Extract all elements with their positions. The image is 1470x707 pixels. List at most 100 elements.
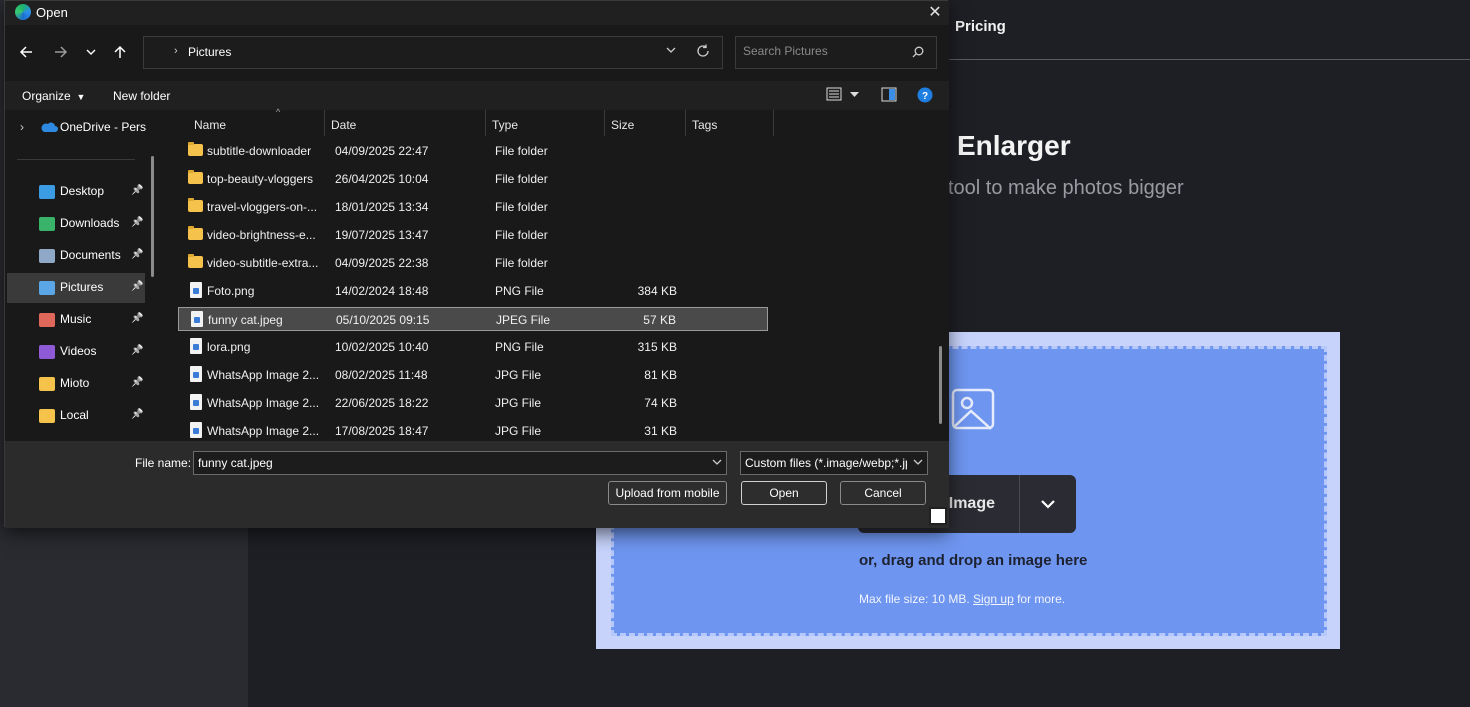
cancel-button[interactable]: Cancel <box>840 481 926 505</box>
pin-icon[interactable]: 📌 <box>131 313 143 324</box>
file-row[interactable]: funny cat.jpeg 05/10/2025 09:15 JPEG File 5… <box>178 307 768 331</box>
pin-icon[interactable]: 📌 <box>131 249 143 260</box>
organize-menu[interactable]: Organize ▼ <box>22 89 85 103</box>
edge-browser-icon <box>15 4 31 20</box>
chevron-down-icon <box>1041 499 1055 509</box>
document-icon <box>39 249 55 263</box>
file-name: video-subtitle-extra... <box>207 256 319 270</box>
sidebar-item-pictures[interactable]: Pictures 📌 <box>7 273 145 303</box>
breadcrumb-pictures[interactable]: Pictures <box>188 45 231 59</box>
chevron-down-icon[interactable] <box>712 457 722 467</box>
folder-icon <box>188 170 203 184</box>
file-name: top-beauty-vloggers <box>207 172 314 186</box>
sidebar-item-documents[interactable]: Documents 📌 <box>7 241 145 271</box>
onedrive-cloud-icon <box>41 122 58 132</box>
image-placeholder-icon <box>951 388 995 430</box>
recent-locations-chevron-icon[interactable] <box>80 41 102 63</box>
open-button[interactable]: Open <box>741 481 827 505</box>
column-header-size[interactable]: Size <box>605 110 686 136</box>
file-date: 14/02/2024 18:48 <box>335 284 429 298</box>
file-type: File folder <box>495 256 548 270</box>
nav-pricing-link[interactable]: Pricing <box>955 18 1006 35</box>
max-size-prefix: Max file size: 10 MB. <box>859 592 970 606</box>
address-bar[interactable]: › Pictures <box>143 36 723 69</box>
close-icon[interactable]: ✕ <box>921 1 949 23</box>
file-row[interactable]: top-beauty-vloggers 26/04/2025 10:04 File … <box>178 167 768 191</box>
view-options-icon[interactable] <box>826 87 842 101</box>
pin-icon[interactable]: 📌 <box>131 217 143 228</box>
chevron-down-icon <box>913 459 923 465</box>
pin-icon[interactable]: 📌 <box>131 345 143 356</box>
file-type: JPG File <box>495 368 542 382</box>
sidebar-item-onedrive[interactable]: › OneDrive - Perso <box>7 113 146 143</box>
help-icon[interactable]: ? <box>917 87 933 103</box>
new-folder-button[interactable]: New folder <box>113 89 170 103</box>
file-row[interactable]: WhatsApp Image 2... 22/06/2025 18:22 JPG F… <box>178 391 768 415</box>
column-header-label: Name <box>194 118 227 132</box>
column-header-tags[interactable]: Tags <box>686 110 774 136</box>
sidebar-item-label: Mioto <box>60 376 90 390</box>
download-icon <box>39 217 55 231</box>
file-size: 74 KB <box>644 396 677 410</box>
sidebar-item-label: Music <box>60 312 92 326</box>
sidebar-item-label: Local <box>60 408 89 422</box>
max-size-text: Max file size: 10 MB. Sign up for more. <box>859 592 1065 606</box>
file-row[interactable]: lora.png 10/02/2025 10:40 PNG File 315 KB <box>178 335 768 359</box>
file-row[interactable]: subtitle-downloader 04/09/2025 22:47 File … <box>178 139 768 163</box>
folder-icon <box>39 409 55 423</box>
file-name: WhatsApp Image 2... <box>207 396 320 410</box>
expand-chevron-icon[interactable]: › <box>20 120 24 134</box>
file-row[interactable]: video-subtitle-extra... 04/09/2025 22:38 F… <box>178 251 768 275</box>
file-size: 57 KB <box>643 313 676 327</box>
address-dropdown-icon[interactable] <box>666 45 676 55</box>
sidebar-item-desktop[interactable]: Desktop 📌 <box>7 177 145 207</box>
pin-icon[interactable]: 📌 <box>131 185 143 196</box>
sidebar-item-mioto[interactable]: Mioto 📌 <box>7 369 145 399</box>
sidebar-scrollbar[interactable] <box>151 156 154 277</box>
file-row[interactable]: Foto.png 14/02/2024 18:48 PNG File 384 KB <box>178 279 768 303</box>
column-header-type[interactable]: Type <box>486 110 605 136</box>
file-type-select[interactable]: Custom files (*.image/webp;*.jpg <box>740 451 928 475</box>
column-header-name[interactable]: ^ Name <box>188 107 325 136</box>
search-box[interactable] <box>735 36 937 69</box>
sidebar-item-downloads[interactable]: Downloads 📌 <box>7 209 145 239</box>
file-list-scrollbar[interactable] <box>939 346 942 424</box>
sidebar-item-music[interactable]: Music 📌 <box>7 305 145 335</box>
file-name-input[interactable] <box>198 456 698 470</box>
up-arrow-icon[interactable] <box>109 41 131 63</box>
view-dropdown-icon[interactable] <box>850 92 859 98</box>
pin-icon[interactable]: 📌 <box>131 377 143 388</box>
file-row[interactable]: video-brightness-e... 19/07/2025 13:47 Fil… <box>178 223 768 247</box>
file-type: JPG File <box>495 396 542 410</box>
folder-icon <box>188 198 203 212</box>
image-file-icon <box>190 394 202 410</box>
file-type: File folder <box>495 200 548 214</box>
column-header-date[interactable]: Date <box>325 110 486 136</box>
search-input[interactable] <box>743 44 903 58</box>
sidebar-item-label: Documents <box>60 248 121 262</box>
back-arrow-icon[interactable] <box>15 41 37 63</box>
navigation-bar: › Pictures <box>5 25 949 81</box>
desktop-icon <box>39 185 55 199</box>
file-name-field[interactable] <box>193 451 727 475</box>
forward-arrow-icon[interactable] <box>50 41 72 63</box>
sign-up-link[interactable]: Sign up <box>973 592 1014 606</box>
file-row[interactable]: travel-vloggers-on-... 18/01/2025 13:34 Fi… <box>178 195 768 219</box>
pin-icon[interactable]: 📌 <box>131 409 143 420</box>
pin-icon[interactable]: 📌 <box>131 281 143 292</box>
sidebar-item-videos[interactable]: Videos 📌 <box>7 337 145 367</box>
file-row[interactable]: WhatsApp Image 2... 08/02/2025 11:48 JPG F… <box>178 363 768 387</box>
preview-pane-icon[interactable] <box>881 87 897 102</box>
sidebar-item-local[interactable]: Local 📌 <box>7 401 145 431</box>
image-file-icon <box>191 311 203 327</box>
search-icon[interactable] <box>912 46 924 58</box>
resize-grip-icon[interactable] <box>929 507 947 525</box>
file-type: JPEG File <box>496 313 551 327</box>
refresh-icon[interactable] <box>696 44 710 58</box>
upload-from-mobile-button[interactable]: Upload from mobile <box>608 481 727 505</box>
file-date: 05/10/2025 09:15 <box>336 313 430 327</box>
upload-options-button[interactable] <box>1019 475 1076 533</box>
file-row[interactable]: WhatsApp Image 2... 17/08/2025 18:47 JPG F… <box>178 419 768 443</box>
file-date: 04/09/2025 22:38 <box>335 256 429 270</box>
dialog-titlebar: Open ✕ <box>5 1 949 25</box>
